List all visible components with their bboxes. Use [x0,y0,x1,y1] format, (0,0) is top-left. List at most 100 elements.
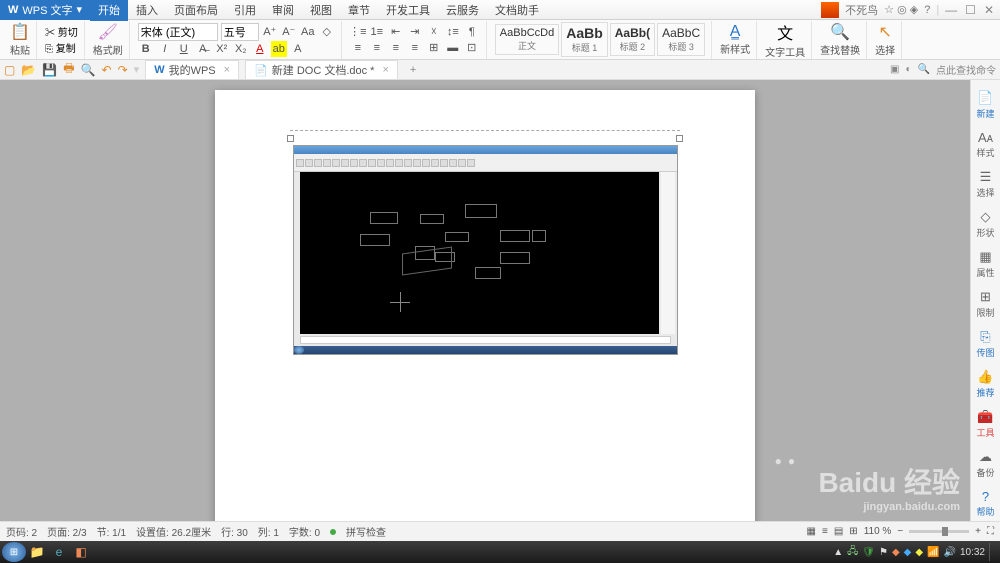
view-print-icon[interactable]: ▦ [807,526,816,537]
char-scale-icon[interactable]: ☓ [426,24,442,40]
align-right-icon[interactable]: ≡ [388,40,404,56]
rs-restrict[interactable]: ⊞限制 [973,285,999,323]
zoom-in-icon[interactable]: + [975,526,981,537]
redo-icon[interactable]: ↷ [118,63,128,77]
view-outline-icon[interactable]: ≡ [822,526,828,537]
rs-recommend[interactable]: 👍推荐 [973,365,999,403]
numbering-icon[interactable]: 1≡ [369,24,385,40]
task-explorer-icon[interactable]: 📁 [27,543,47,561]
format-painter-group[interactable]: 🖌 格式刷 [87,21,130,59]
task-browser-icon[interactable]: e [49,543,69,561]
zoom-slider[interactable] [909,530,969,533]
show-desktop[interactable] [989,543,994,561]
start-button[interactable]: ⊞ [2,542,26,562]
justify-icon[interactable]: ≡ [407,40,423,56]
select-button[interactable]: ↖ 选择 [869,21,902,59]
close-button[interactable]: ✕ [984,3,994,17]
bullets-icon[interactable]: ⋮≡ [350,24,366,40]
strike-button[interactable]: A̶ [195,41,211,57]
outdent-icon[interactable]: ⇤ [388,24,404,40]
dropdown-icon[interactable]: ▾ [77,3,83,16]
style-h1[interactable]: AaBb标题 1 [561,22,608,57]
zoom-out-icon[interactable]: − [897,526,903,537]
indent-icon[interactable]: ⇥ [407,24,423,40]
menu-tab-start[interactable]: 开始 [90,0,128,21]
new-file-icon[interactable]: ▢ [4,63,15,77]
style-h3[interactable]: AaBbC标题 3 [657,23,705,56]
user-avatar-icon[interactable] [821,2,839,18]
status-section[interactable]: 节: 1/1 [97,524,126,539]
rs-tools[interactable]: 🧰工具 [973,405,999,443]
shrink-font-icon[interactable]: A⁻ [281,24,297,40]
distribute-icon[interactable]: ⊞ [426,40,442,56]
line-spacing-icon[interactable]: ↕≡ [445,24,461,40]
rs-upload[interactable]: ⎘传图 [973,325,999,363]
copy-button[interactable]: ⎘ 复制 [45,40,76,55]
rs-style[interactable]: Aᴀ样式 [973,126,999,163]
show-marks-icon[interactable]: ¶ [464,24,480,40]
highlight-button[interactable]: ab [271,41,287,57]
tray-flag-icon[interactable]: ⚑ [879,547,888,558]
help-icon[interactable]: ? [924,4,930,16]
fullscreen-icon[interactable]: ⛶ [987,526,994,537]
save-icon[interactable]: 💾 [42,63,57,77]
rs-new[interactable]: 📄新建 [973,86,999,124]
paste-group[interactable]: 📋 粘贴 [4,21,37,59]
status-page-of[interactable]: 页面: 2/3 [47,524,86,539]
tray-icon[interactable]: ▲ [833,547,843,558]
tray-app3-icon[interactable]: ◆ [915,547,923,558]
find-replace-button[interactable]: 🔍 查找替换 [814,21,867,59]
menu-tab-chapter[interactable]: 章节 [340,0,378,21]
rs-help[interactable]: ?帮助 [973,485,999,522]
menu-tab-layout[interactable]: 页面布局 [166,0,226,21]
zoom-value[interactable]: 110 % [864,526,892,537]
embedded-screenshot[interactable] [293,145,678,355]
preview-icon[interactable]: 🔍 [81,63,96,77]
doc-tab-mywps[interactable]: W 我的WPS × [145,60,239,79]
tray-wifi-icon[interactable]: 📶 [927,547,939,558]
style-h2[interactable]: AaBb(标题 2 [610,23,655,56]
doc-tab-document[interactable]: 📄 新建 DOC 文档.doc * × [245,60,398,79]
view-read-icon[interactable]: ⊞ [849,526,857,537]
align-center-icon[interactable]: ≡ [369,40,385,56]
font-size-select[interactable] [221,23,259,41]
italic-button[interactable]: I [157,41,173,57]
menu-tab-insert[interactable]: 插入 [128,0,166,21]
rs-property[interactable]: ▦属性 [973,245,999,283]
status-spell[interactable]: 拼写检查 [346,524,386,539]
style-normal[interactable]: AaBbCcDd正文 [495,24,559,55]
menu-tab-devtools[interactable]: 开发工具 [378,0,438,21]
tray-app2-icon[interactable]: ◆ [904,547,912,558]
close-icon[interactable]: × [382,64,388,76]
superscript-button[interactable]: X² [214,41,230,57]
cut-button[interactable]: ✂ 剪切 [45,24,78,39]
subscript-button[interactable]: X₂ [233,41,249,57]
title-icons[interactable]: ☆ ◎ ◈ [884,3,918,16]
borders-icon[interactable]: ⊡ [464,40,480,56]
print-icon[interactable]: 🖶 [63,59,74,80]
clock[interactable]: 10:32 [960,547,985,558]
tray-app1-icon[interactable]: ◆ [892,547,900,558]
font-name-select[interactable] [138,23,218,41]
align-left-icon[interactable]: ≡ [350,40,366,56]
underline-button[interactable]: U [176,41,192,57]
shading-icon[interactable]: ▬ [445,40,461,56]
rs-backup[interactable]: ☁备份 [973,445,999,483]
rs-shape[interactable]: ◇形状 [973,205,999,243]
minimize-button[interactable]: — [945,3,957,17]
status-page-num[interactable]: 页码: 2 [6,524,37,539]
tray-shield-icon[interactable]: 🛡 [862,547,875,558]
status-chars[interactable]: 字数: 0 [289,524,320,539]
document-canvas[interactable] [0,80,970,521]
rs-select[interactable]: ☰选择 [973,165,999,203]
skin-icon[interactable]: ◐ [906,64,912,75]
menu-tab-reference[interactable]: 引用 [226,0,264,21]
menu-tab-cloud[interactable]: 云服务 [438,0,487,21]
menu-tab-review[interactable]: 审阅 [264,0,302,21]
tray-volume-icon[interactable]: 🔊 [944,547,956,558]
task-app-icon[interactable]: ◧ [71,543,91,561]
close-icon[interactable]: × [224,64,230,76]
add-tab-button[interactable]: + [404,64,422,76]
search-commands[interactable]: 点此查找命令 [936,62,996,77]
grow-font-icon[interactable]: A⁺ [262,24,278,40]
